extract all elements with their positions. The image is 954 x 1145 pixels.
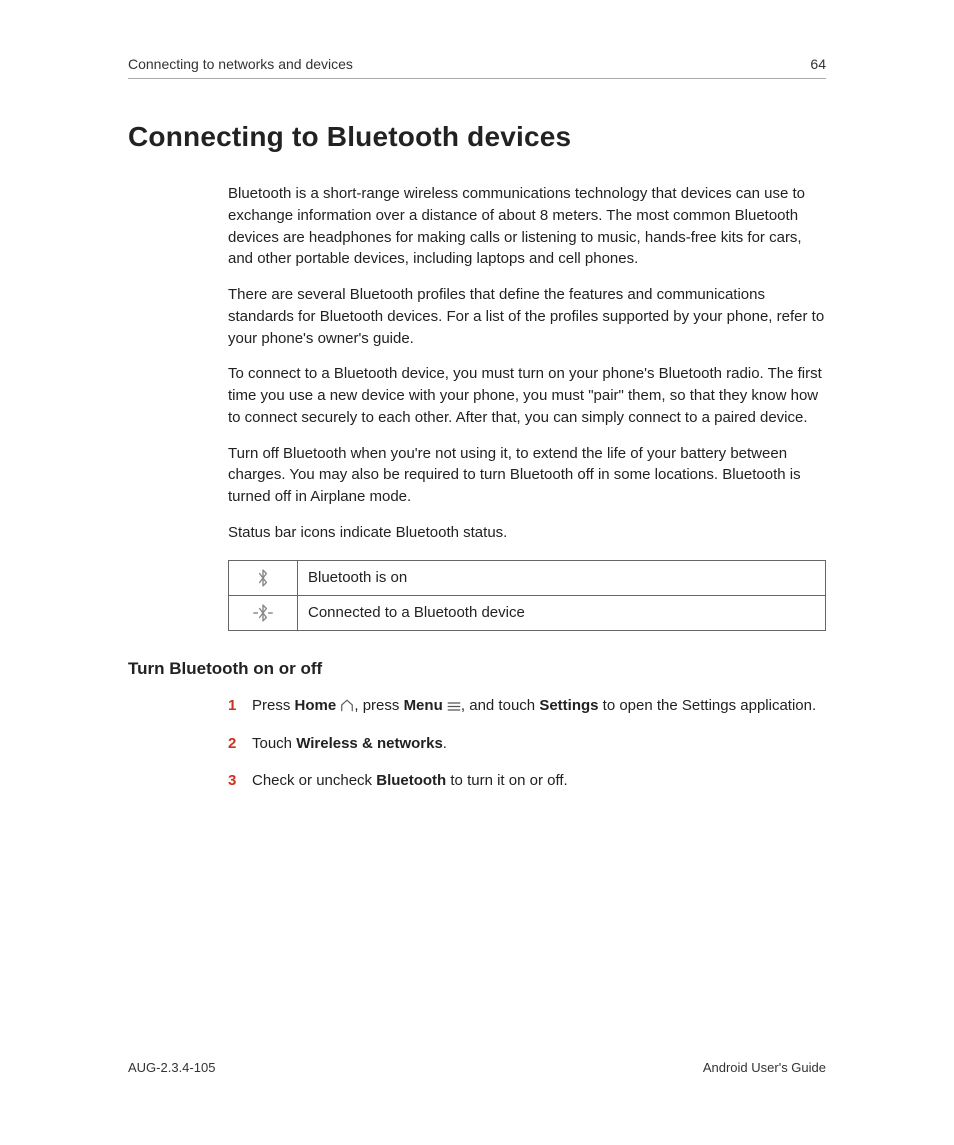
- steps-list: 1 Press Home , press Menu , and touch Se…: [228, 695, 826, 793]
- body-column: Bluetooth is a short-range wireless comm…: [228, 183, 826, 631]
- bluetooth-connected-label: Connected to a Bluetooth device: [298, 595, 826, 630]
- bluetooth-icon-cell: [229, 560, 298, 595]
- intro-paragraph-1: Bluetooth is a short-range wireless comm…: [228, 183, 826, 270]
- step-number: 1: [228, 695, 236, 718]
- page-footer: AUG-2.3.4-105 Android User's Guide: [128, 1060, 826, 1075]
- intro-paragraph-3: To connect to a Bluetooth device, you mu…: [228, 363, 826, 428]
- bluetooth-icon: [256, 569, 270, 587]
- subheading-turn-bluetooth: Turn Bluetooth on or off: [128, 659, 826, 679]
- bluetooth-connected-icon: [252, 604, 274, 622]
- step-2: 2 Touch Wireless & networks.: [228, 733, 826, 756]
- home-icon: [340, 697, 354, 720]
- menu-icon: [447, 697, 461, 720]
- step-1: 1 Press Home , press Menu , and touch Se…: [228, 695, 826, 720]
- table-row: Connected to a Bluetooth device: [229, 595, 826, 630]
- step-text: Touch Wireless & networks.: [252, 735, 447, 752]
- step-text: Press Home , press Menu , and touch Sett…: [252, 697, 816, 714]
- running-header: Connecting to networks and devices 64: [128, 56, 826, 79]
- header-page-number: 64: [810, 56, 826, 72]
- step-text: Check or uncheck Bluetooth to turn it on…: [252, 772, 568, 789]
- header-section: Connecting to networks and devices: [128, 56, 353, 72]
- step-number: 2: [228, 733, 236, 756]
- intro-paragraph-2: There are several Bluetooth profiles tha…: [228, 284, 826, 349]
- status-icon-table: Bluetooth is on Connected to a Bluetooth…: [228, 560, 826, 631]
- intro-paragraph-4: Turn off Bluetooth when you're not using…: [228, 443, 826, 508]
- bluetooth-on-label: Bluetooth is on: [298, 560, 826, 595]
- bluetooth-connected-icon-cell: [229, 595, 298, 630]
- step-3: 3 Check or uncheck Bluetooth to turn it …: [228, 770, 826, 793]
- table-row: Bluetooth is on: [229, 560, 826, 595]
- footer-guide-name: Android User's Guide: [703, 1060, 826, 1075]
- page-title: Connecting to Bluetooth devices: [128, 121, 826, 153]
- footer-doc-id: AUG-2.3.4-105: [128, 1060, 215, 1075]
- step-number: 3: [228, 770, 236, 793]
- intro-paragraph-5: Status bar icons indicate Bluetooth stat…: [228, 522, 826, 544]
